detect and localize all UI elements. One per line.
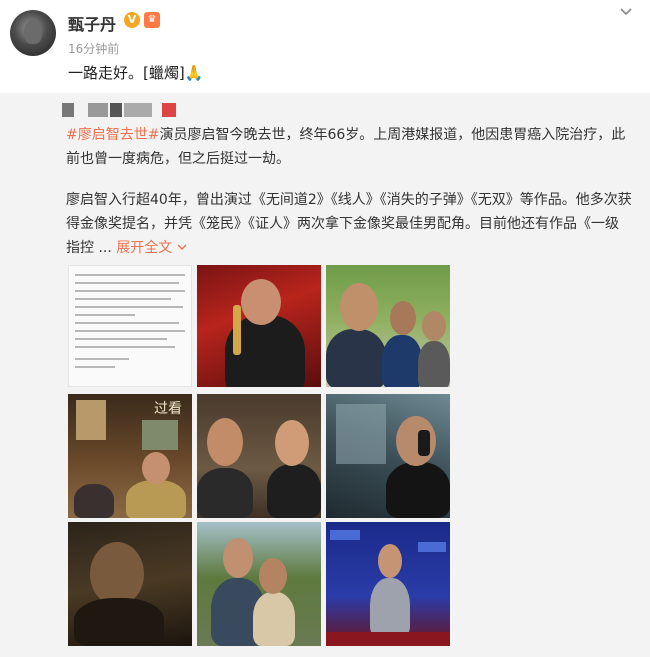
username[interactable]: 甄子丹 [68, 11, 116, 35]
outdoor-scene-photo[interactable] [197, 522, 321, 646]
topic-link[interactable]: #廖启智去世# [66, 127, 159, 143]
blurred-username [62, 103, 74, 117]
award-photo[interactable] [197, 265, 321, 387]
blurred-username [110, 103, 122, 117]
blurred-badge [162, 103, 176, 117]
level-icon: ♛ [144, 12, 160, 28]
verified-icon: V [124, 12, 140, 28]
post-time[interactable]: 16分钟前 [68, 40, 119, 57]
two-men-scene-photo[interactable] [197, 394, 321, 518]
group-selfie-photo[interactable] [326, 265, 450, 387]
red-carpet-photo[interactable] [326, 522, 450, 646]
notice-photo[interactable] [68, 265, 192, 387]
phone-call-photo[interactable] [326, 394, 450, 518]
chevron-down-icon[interactable] [618, 4, 634, 24]
expand-button[interactable]: 展开全文 [116, 240, 187, 256]
restaurant-scene-photo[interactable]: 过看 [68, 394, 192, 518]
post-text: 一路走好。[蠟燭]🙏 [68, 64, 204, 82]
repost-paragraph-1: #廖启智去世#演员廖启智今晚去世，终年66岁。上周港媒报道，他因患胃癌入院治疗，… [66, 123, 632, 171]
blurred-username [88, 103, 108, 117]
dark-scene-photo[interactable] [68, 522, 192, 646]
photo-caption: 过看 [154, 401, 182, 417]
repost-paragraph-2: 廖启智入行超40年，曾出演过《无间道2》《线人》《消失的子弹》《无双》等作品。他… [66, 188, 632, 260]
avatar[interactable] [10, 10, 56, 56]
chevron-down-icon [177, 244, 187, 250]
blurred-username [124, 103, 152, 117]
